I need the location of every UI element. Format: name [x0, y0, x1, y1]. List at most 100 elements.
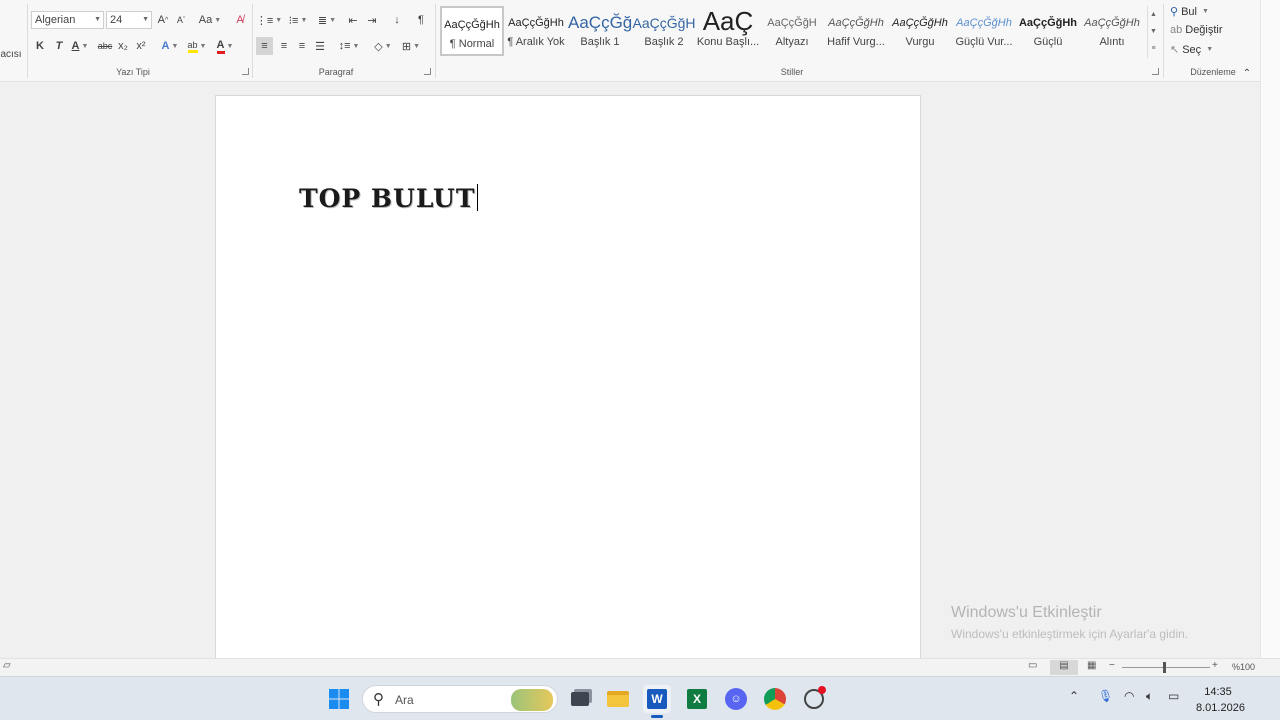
align-left-icon: ≡ [261, 40, 268, 52]
style-preview: AaÇçĞğHh [892, 17, 948, 29]
document-page[interactable]: TOP BULUT [215, 95, 921, 660]
gallery-more-icon[interactable]: ≡ [1148, 40, 1159, 57]
font-color-button[interactable]: A ▼ [212, 37, 238, 55]
style-quote[interactable]: AaÇçĞğHh Alıntı [1080, 6, 1144, 56]
line-spacing-icon: ↕≡ [338, 40, 351, 52]
multilevel-list-button[interactable]: ≣ ▼ [314, 11, 340, 29]
app-taskbar-button[interactable] [800, 685, 828, 713]
document-text-line[interactable]: TOP BULUT [299, 184, 479, 213]
style-no-spacing[interactable]: AaÇçĞğHh ¶ Aralık Yok [504, 6, 568, 56]
font-name-combo[interactable]: Algerian ▼ [31, 11, 104, 29]
battery-icon[interactable]: ▭ [1168, 689, 1179, 703]
wifi-icon[interactable]: ◠ [1124, 689, 1134, 703]
bold-button[interactable]: K [33, 37, 47, 55]
borders-button[interactable]: ⊞ ▼ [398, 37, 424, 55]
file-explorer-button[interactable] [604, 685, 632, 713]
replace-button[interactable]: ab Değiştir [1170, 24, 1223, 36]
numbering-button[interactable]: ⁝≡ ▼ [285, 11, 311, 29]
text-effects-button[interactable]: A ▼ [158, 37, 182, 55]
font-size-combo[interactable]: 24 ▼ [106, 11, 152, 29]
search-placeholder: Ara [395, 693, 414, 707]
zoom-level[interactable]: %100 [1232, 662, 1255, 672]
zoom-slider-track[interactable] [1122, 667, 1210, 668]
grow-font-button[interactable]: A ^ [156, 11, 170, 29]
paragraph-dialog-launcher-icon[interactable] [424, 68, 431, 75]
clock-time: 14:35 [1204, 686, 1232, 698]
chevron-down-icon: ▼ [171, 42, 179, 50]
active-app-indicator [651, 715, 663, 718]
chevron-down-icon: ▼ [214, 16, 222, 24]
increase-indent-button[interactable]: ⇥ [364, 11, 380, 29]
start-button[interactable] [325, 685, 353, 713]
word-taskbar-button[interactable]: W [643, 685, 671, 718]
find-button[interactable]: ⚲ Bul ▼ [1170, 5, 1209, 19]
select-cursor-icon: ↖ [1170, 44, 1180, 56]
show-hidden-icons-chevron-up-icon[interactable]: ⌃ [1069, 689, 1079, 703]
style-title[interactable]: AaÇ Konu Başlı... [696, 6, 760, 56]
style-emphasis[interactable]: AaÇçĞğHh Vurgu [888, 6, 952, 56]
chevron-down-icon: ▼ [352, 42, 360, 50]
style-intense-emphasis[interactable]: AaÇçĞğHh Güçlü Vur... [952, 6, 1016, 56]
style-heading-2[interactable]: AaÇçĞğH Başlık 2 [632, 6, 696, 56]
sort-button[interactable]: ↓ [389, 11, 405, 29]
collapse-ribbon-icon[interactable]: ⌃ [1240, 64, 1254, 82]
read-mode-icon[interactable]: ▭ [1028, 660, 1037, 671]
taskbar-search-box[interactable]: ⚲ Ara [362, 685, 558, 713]
underline-button[interactable]: A ▼ [69, 37, 91, 55]
numbering-icon: ⁝≡ [288, 14, 299, 27]
styles-dialog-launcher-icon[interactable] [1152, 68, 1159, 75]
windows-logo-icon [329, 689, 349, 709]
gallery-up-icon[interactable]: ▲ [1148, 6, 1159, 23]
show-formatting-button[interactable]: ¶ [413, 11, 429, 29]
clear-format-button[interactable]: A̸ [232, 11, 248, 29]
bullets-button[interactable]: ⋮≡ ▼ [256, 11, 282, 29]
zoom-slider-thumb[interactable] [1163, 662, 1166, 673]
microphone-icon[interactable]: 🎙︎ [1098, 689, 1113, 703]
separator [27, 4, 28, 78]
decrease-indent-button[interactable]: ⇤ [345, 11, 361, 29]
italic-button[interactable]: T [52, 37, 66, 55]
shading-button[interactable]: ◇ ▼ [370, 37, 396, 55]
shrink-font-button[interactable]: Aˇ [174, 11, 188, 29]
volume-icon[interactable]: 🔈︎ [1146, 689, 1153, 704]
justify-button[interactable]: ☰ [312, 37, 328, 55]
subscript-button[interactable]: x₂ [116, 37, 130, 55]
style-heading-1[interactable]: AaÇçĞğ Başlık 1 [568, 6, 632, 56]
superscript-button[interactable]: x² [134, 37, 148, 55]
highlight-color-button[interactable]: ab ▼ [184, 37, 210, 55]
task-view-button[interactable] [566, 685, 594, 713]
print-layout-icon[interactable]: ▤ [1050, 660, 1078, 675]
style-preview: AaÇçĞğH [767, 17, 817, 29]
gallery-down-icon[interactable]: ▼ [1148, 23, 1159, 40]
style-normal[interactable]: AaÇçĞğHh ¶ Normal [440, 6, 504, 56]
line-spacing-button[interactable]: ↕≡ ▼ [336, 37, 362, 55]
web-layout-icon[interactable]: ▦ [1087, 660, 1096, 671]
proofing-icon[interactable]: ▱ [3, 660, 11, 671]
discord-taskbar-button[interactable]: ☺ [722, 685, 750, 713]
excel-taskbar-button[interactable]: X [683, 685, 711, 713]
select-label: Seç [1182, 43, 1202, 56]
style-subtitle[interactable]: AaÇçĞğH Altyazı [760, 6, 824, 56]
style-preview: AaÇçĞğHh [1084, 17, 1140, 29]
taskbar-clock[interactable]: 14:35 8.01.2026 [1196, 684, 1245, 716]
select-button[interactable]: ↖ Seç ▼ [1170, 43, 1213, 57]
multilevel-list-icon: ≣ [317, 14, 328, 27]
vertical-scrollbar[interactable] [1260, 0, 1280, 676]
zoom-out-icon[interactable]: − [1109, 660, 1115, 671]
zoom-in-icon[interactable]: + [1212, 660, 1218, 671]
strikethrough-button[interactable]: abc [96, 37, 114, 55]
increase-indent-icon: ⇥ [367, 14, 377, 27]
align-right-button[interactable]: ≡ [294, 37, 310, 55]
style-strong[interactable]: AaÇçĞğHh Güçlü [1016, 6, 1080, 56]
chrome-taskbar-button[interactable] [761, 685, 789, 713]
font-dialog-launcher-icon[interactable] [242, 68, 249, 75]
clear-format-icon: A̸ [236, 14, 244, 26]
change-case-button[interactable]: Aa ▼ [198, 11, 222, 29]
justify-icon: ☰ [315, 40, 325, 53]
document-canvas: TOP BULUT [0, 83, 1260, 660]
align-left-button[interactable]: ≡ [256, 37, 273, 55]
clipboard-group-label-partial: acısı [0, 48, 22, 60]
sort-icon: ↓ [394, 14, 400, 26]
align-center-button[interactable]: ≡ [276, 37, 292, 55]
style-subtle-emphasis[interactable]: AaÇçĞğHh Hafif Vurg... [824, 6, 888, 56]
